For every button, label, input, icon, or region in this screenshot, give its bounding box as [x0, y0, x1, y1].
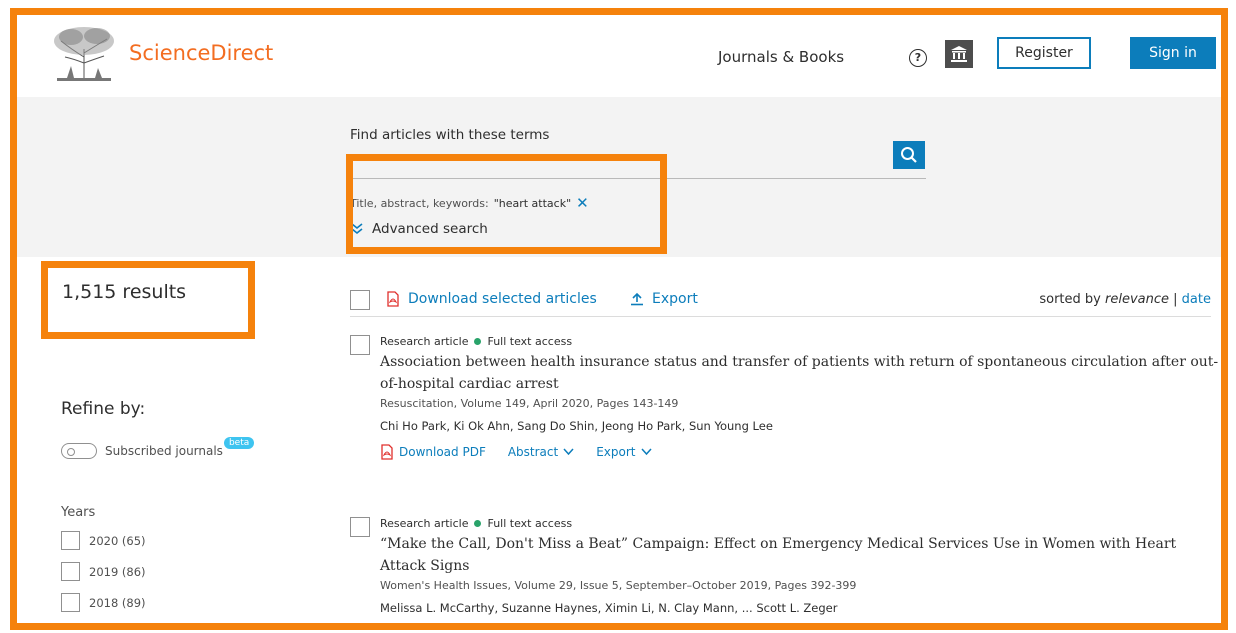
results-toolbar: Download selected articles Export sorted… [350, 287, 1211, 317]
sort-separator: | [1173, 292, 1178, 307]
pdf-icon [381, 444, 393, 460]
search-highlight-box [346, 154, 667, 254]
year-filter-2019[interactable]: 2019 (86) [61, 562, 146, 581]
elsevier-tree-logo[interactable] [49, 23, 119, 85]
download-selected-label: Download selected articles [408, 291, 597, 307]
journals-books-link[interactable]: Journals & Books [718, 48, 844, 66]
search-button[interactable] [893, 141, 925, 169]
help-icon[interactable]: ? [909, 49, 927, 67]
access-label: Full text access [487, 335, 573, 348]
chevron-down-icon [640, 448, 652, 456]
result-actions: Download PDF Abstract Export [380, 444, 652, 460]
year-checkbox[interactable] [61, 562, 80, 581]
beta-badge: beta [223, 437, 255, 449]
sort-date-link[interactable]: date [1182, 292, 1211, 307]
year-label: 2018 (89) [89, 595, 146, 610]
subscribed-journals-toggle[interactable]: Subscribed journals beta [61, 437, 255, 459]
download-pdf-link[interactable]: Download PDF [380, 444, 486, 460]
search-icon [901, 147, 917, 163]
download-pdf-label: Download PDF [399, 445, 486, 459]
download-selected-button[interactable]: Download selected articles [386, 291, 597, 307]
sign-in-button[interactable]: Sign in [1130, 37, 1216, 69]
register-button[interactable]: Register [997, 37, 1091, 69]
result-source[interactable]: Women's Health Issues, Volume 29, Issue … [380, 579, 856, 592]
year-filter-2018[interactable]: 2018 (89) [61, 593, 146, 612]
access-dot-icon [474, 520, 482, 527]
result-source[interactable]: Resuscitation, Volume 149, April 2020, P… [380, 397, 678, 410]
year-checkbox[interactable] [61, 593, 80, 612]
result-title-link[interactable]: “Make the Call, Don't Miss a Beat” Campa… [380, 533, 1220, 577]
search-label: Find articles with these terms [350, 127, 550, 143]
export-dropdown[interactable]: Export [596, 445, 652, 459]
result-checkbox[interactable] [350, 517, 370, 537]
result-meta: Research article Full text access [380, 335, 572, 348]
result-authors: Melissa L. McCarthy, Suzanne Haynes, Xim… [380, 601, 838, 615]
abstract-toggle[interactable]: Abstract [508, 445, 574, 459]
access-label: Full text access [487, 517, 573, 530]
year-filter-2020[interactable]: 2020 (65) [61, 531, 146, 550]
upload-icon [631, 292, 643, 306]
year-label: 2019 (86) [89, 564, 146, 579]
chevron-down-icon [563, 448, 574, 456]
pdf-icon [387, 291, 399, 307]
result-title-link[interactable]: Association between health insurance sta… [380, 351, 1220, 395]
result-item: Research article Full text access Associ… [350, 335, 1220, 495]
institution-icon[interactable] [945, 40, 973, 68]
export-button[interactable]: Export [630, 291, 698, 307]
article-type: Research article [380, 517, 469, 530]
result-authors: Chi Ho Park, Ki Ok Ahn, Sang Do Shin, Je… [380, 419, 773, 433]
sorted-by-label: sorted by [1039, 292, 1101, 307]
brand-name[interactable]: ScienceDirect [129, 41, 273, 65]
select-all-checkbox[interactable] [350, 290, 370, 310]
results-highlight-box [41, 261, 255, 339]
export-label: Export [596, 445, 636, 459]
sort-relevance[interactable]: relevance [1105, 292, 1169, 307]
sort-control: sorted by relevance | date [1039, 292, 1211, 307]
article-type: Research article [380, 335, 469, 348]
result-meta: Research article Full text access [380, 517, 572, 530]
years-heading: Years [61, 505, 96, 520]
abstract-label: Abstract [507, 445, 559, 459]
year-label: 2020 (65) [89, 533, 146, 548]
export-label: Export [652, 291, 698, 307]
result-checkbox[interactable] [350, 335, 370, 355]
site-header: ScienceDirect Journals & Books ? Registe… [17, 15, 1221, 97]
year-checkbox[interactable] [61, 531, 80, 550]
toggle-switch[interactable] [61, 443, 97, 459]
access-dot-icon [474, 338, 482, 345]
subscribed-journals-label: Subscribed journals [105, 444, 223, 458]
refine-heading: Refine by: [61, 399, 146, 419]
result-item: Research article Full text access “Make … [350, 517, 1220, 623]
highlight-frame: ScienceDirect Journals & Books ? Registe… [10, 8, 1228, 630]
